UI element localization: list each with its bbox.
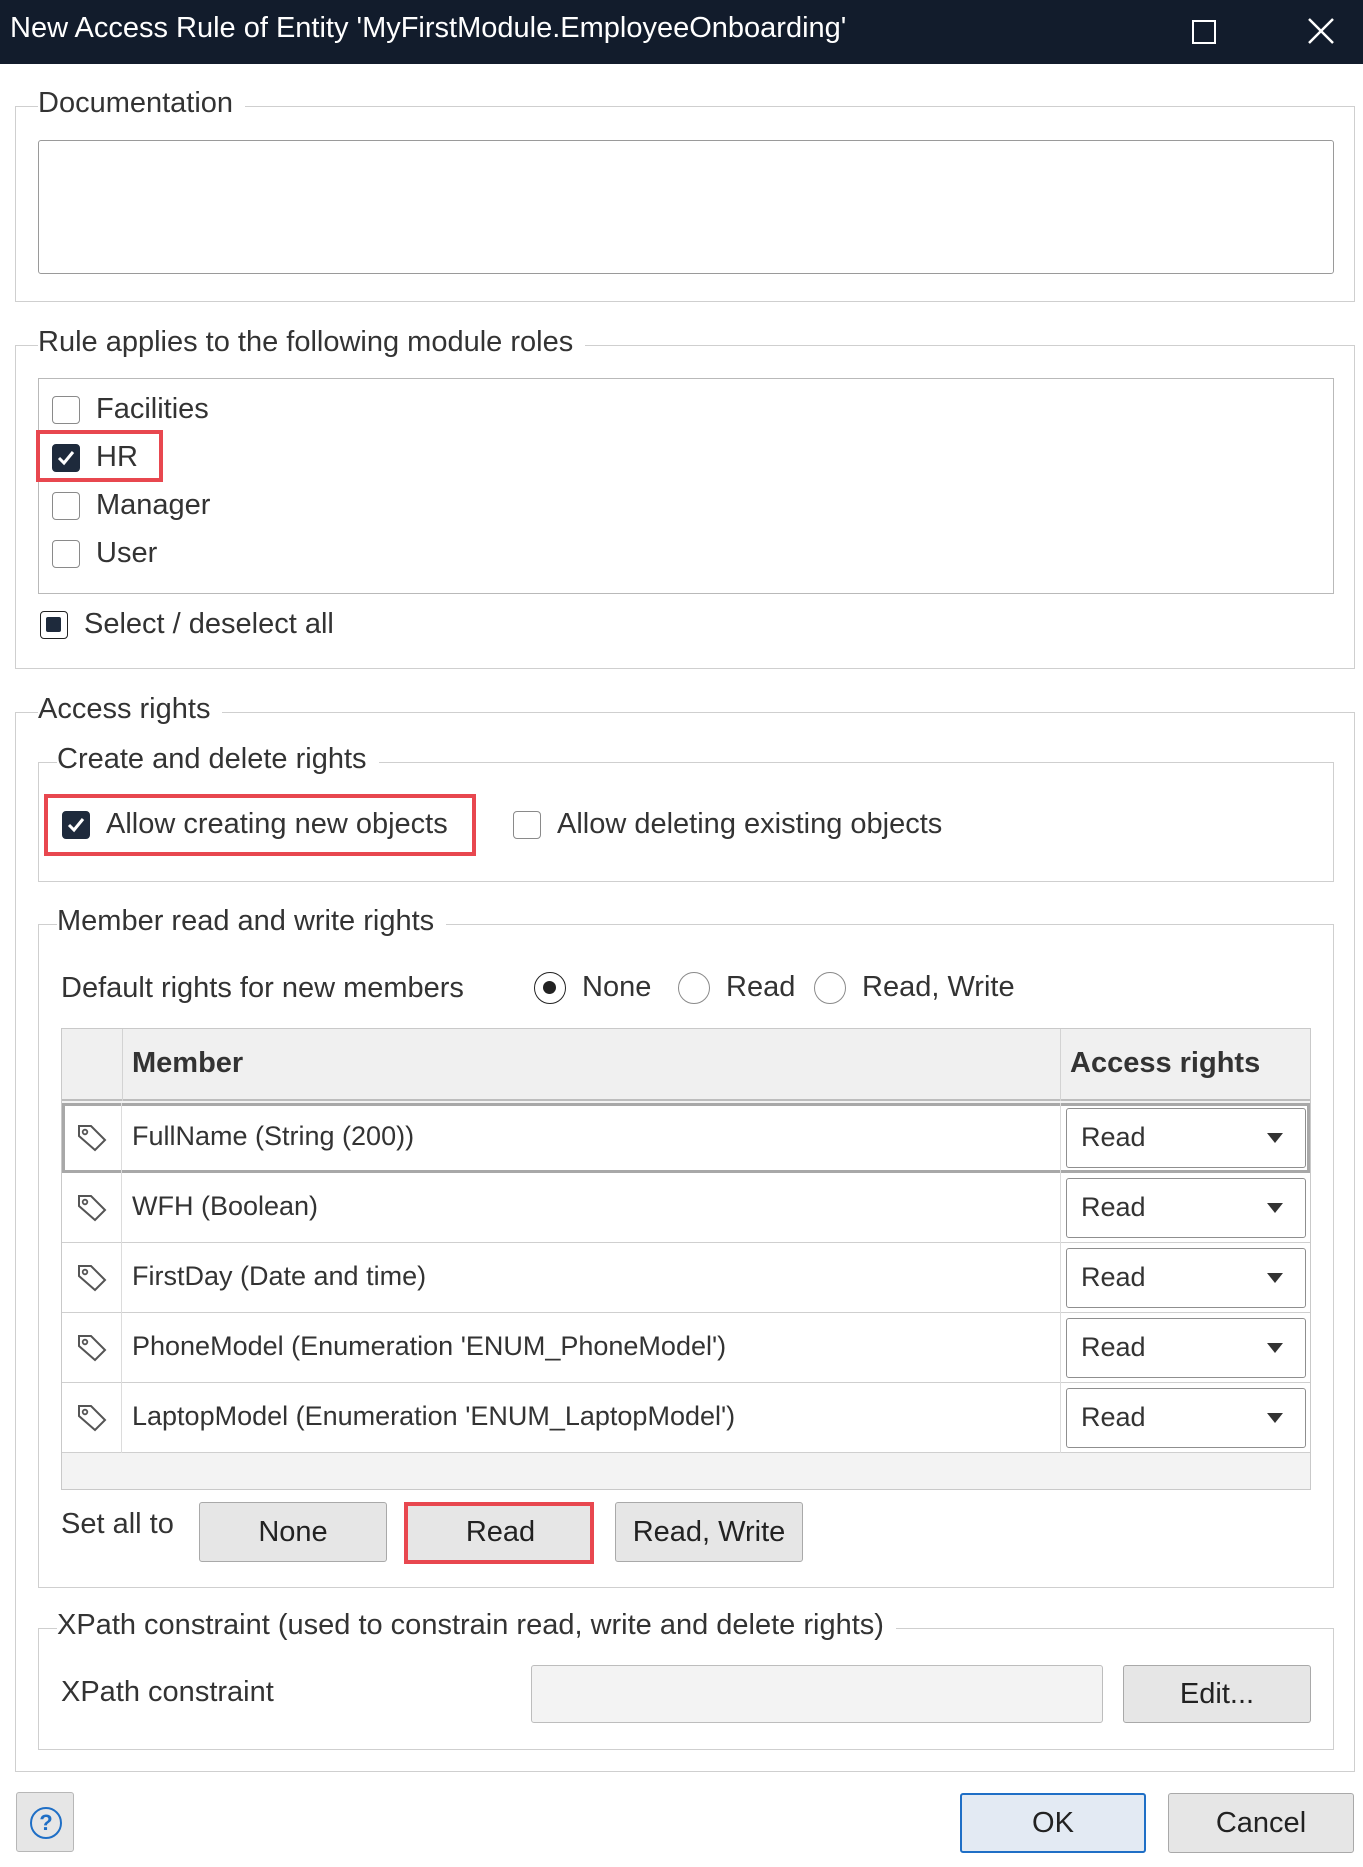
chevron-down-icon xyxy=(1267,1413,1283,1423)
default-radio-read[interactable]: Read xyxy=(678,971,795,1004)
access-rights-dropdown[interactable]: Read xyxy=(1066,1248,1306,1308)
table-row[interactable]: FirstDay (Date and time) Read xyxy=(62,1243,1310,1313)
documentation-field[interactable] xyxy=(38,140,1334,274)
radio-unselected xyxy=(678,971,710,1004)
checkbox-unchecked xyxy=(513,810,541,839)
radio-label: Read, Write xyxy=(862,971,1015,1003)
set-all-read-write-button[interactable]: Read, Write xyxy=(615,1502,803,1562)
access-rights-dropdown[interactable]: Read xyxy=(1066,1108,1306,1168)
ok-button[interactable]: OK xyxy=(960,1793,1146,1853)
role-label: Manager xyxy=(96,489,211,521)
member-name: PhoneModel (Enumeration 'ENUM_PhoneModel… xyxy=(132,1331,727,1361)
column-header-access-rights[interactable]: Access rights xyxy=(1070,1047,1260,1080)
role-label: User xyxy=(96,537,158,569)
checkbox-checked xyxy=(62,810,90,839)
checkbox-unchecked xyxy=(52,539,80,568)
chevron-down-icon xyxy=(1267,1203,1283,1213)
tag-icon xyxy=(78,1405,107,1432)
table-row[interactable]: FullName (String (200)) Read xyxy=(62,1103,1310,1173)
xpath-constraint-field[interactable] xyxy=(531,1665,1103,1723)
member-name: LaptopModel (Enumeration 'ENUM_LaptopMod… xyxy=(132,1401,736,1431)
allow-create-label: Allow creating new objects xyxy=(106,808,448,840)
select-all-label: Select / deselect all xyxy=(84,608,334,640)
role-checkbox-user[interactable]: User xyxy=(52,537,157,570)
set-all-none-button[interactable]: None xyxy=(199,1502,387,1562)
radio-selected xyxy=(534,971,566,1004)
documentation-legend: Documentation xyxy=(38,87,246,120)
role-checkbox-facilities[interactable]: Facilities xyxy=(52,393,209,426)
checkbox-unchecked xyxy=(52,395,80,424)
access-rights-dropdown[interactable]: Read xyxy=(1066,1388,1306,1448)
radio-unselected xyxy=(814,971,846,1004)
table-row[interactable]: WFH (Boolean) Read xyxy=(62,1173,1310,1243)
role-checkbox-hr[interactable]: HR xyxy=(52,441,138,474)
xpath-label: XPath constraint xyxy=(61,1676,274,1708)
role-label: Facilities xyxy=(96,393,209,425)
checkbox-indeterminate xyxy=(40,610,68,639)
dropdown-value: Read xyxy=(1081,1402,1146,1432)
access-rights-dropdown[interactable]: Read xyxy=(1066,1178,1306,1238)
set-all-label: Set all to xyxy=(61,1508,174,1540)
default-radio-none[interactable]: None xyxy=(534,971,651,1004)
table-row[interactable]: LaptopModel (Enumeration 'ENUM_LaptopMod… xyxy=(62,1383,1310,1453)
default-radio-read-write[interactable]: Read, Write xyxy=(814,971,1015,1004)
window-title: New Access Rule of Entity 'MyFirstModule… xyxy=(10,12,847,44)
help-button[interactable]: ? xyxy=(16,1792,74,1852)
close-icon xyxy=(1308,18,1334,44)
member-name: WFH (Boolean) xyxy=(132,1191,319,1221)
tag-icon xyxy=(78,1195,107,1222)
module-roles-list xyxy=(38,378,1334,594)
select-all-checkbox[interactable]: Select / deselect all xyxy=(40,608,334,641)
dropdown-value: Read xyxy=(1081,1262,1146,1292)
checkbox-unchecked xyxy=(52,491,80,520)
allow-create-checkbox[interactable]: Allow creating new objects xyxy=(62,808,448,841)
checkmark-icon xyxy=(57,450,75,465)
allow-delete-label: Allow deleting existing objects xyxy=(557,808,943,840)
chevron-down-icon xyxy=(1267,1133,1283,1143)
dropdown-value: Read xyxy=(1081,1192,1146,1222)
member-table: Member Access rights FullName (String (2… xyxy=(61,1028,1311,1490)
table-row[interactable]: PhoneModel (Enumeration 'ENUM_PhoneModel… xyxy=(62,1313,1310,1383)
role-checkbox-manager[interactable]: Manager xyxy=(52,489,210,522)
checkmark-icon xyxy=(67,817,85,832)
tag-icon xyxy=(78,1335,107,1362)
set-all-read-button[interactable]: Read xyxy=(407,1502,594,1562)
help-icon: ? xyxy=(30,1807,62,1839)
tag-icon xyxy=(78,1265,107,1292)
radio-label: Read xyxy=(726,971,796,1003)
member-name: FullName (String (200)) xyxy=(132,1121,415,1151)
cancel-button[interactable]: Cancel xyxy=(1168,1793,1354,1853)
tag-icon xyxy=(78,1125,107,1152)
title-bar: New Access Rule of Entity 'MyFirstModule… xyxy=(0,0,1363,64)
chevron-down-icon xyxy=(1267,1343,1283,1353)
xpath-legend: XPath constraint (used to constrain read… xyxy=(57,1609,896,1642)
allow-delete-checkbox[interactable]: Allow deleting existing objects xyxy=(513,808,942,841)
create-delete-legend: Create and delete rights xyxy=(57,743,379,776)
member-rights-legend: Member read and write rights xyxy=(57,905,447,938)
maximize-button[interactable] xyxy=(1180,10,1228,54)
checkbox-checked xyxy=(52,443,80,472)
access-rights-legend: Access rights xyxy=(38,693,223,726)
column-header-member[interactable]: Member xyxy=(132,1047,243,1080)
close-button[interactable] xyxy=(1296,10,1344,54)
xpath-edit-button[interactable]: Edit... xyxy=(1123,1665,1311,1723)
maximize-icon xyxy=(1192,20,1216,44)
table-header: Member Access rights xyxy=(62,1029,1310,1101)
radio-label: None xyxy=(582,971,652,1003)
access-rights-dropdown[interactable]: Read xyxy=(1066,1318,1306,1378)
member-name: FirstDay (Date and time) xyxy=(132,1261,427,1291)
dropdown-value: Read xyxy=(1081,1332,1146,1362)
module-roles-legend: Rule applies to the following module rol… xyxy=(38,326,586,359)
role-label: HR xyxy=(96,441,138,473)
default-rights-label: Default rights for new members xyxy=(61,972,464,1004)
dropdown-value: Read xyxy=(1081,1122,1146,1152)
chevron-down-icon xyxy=(1267,1273,1283,1283)
